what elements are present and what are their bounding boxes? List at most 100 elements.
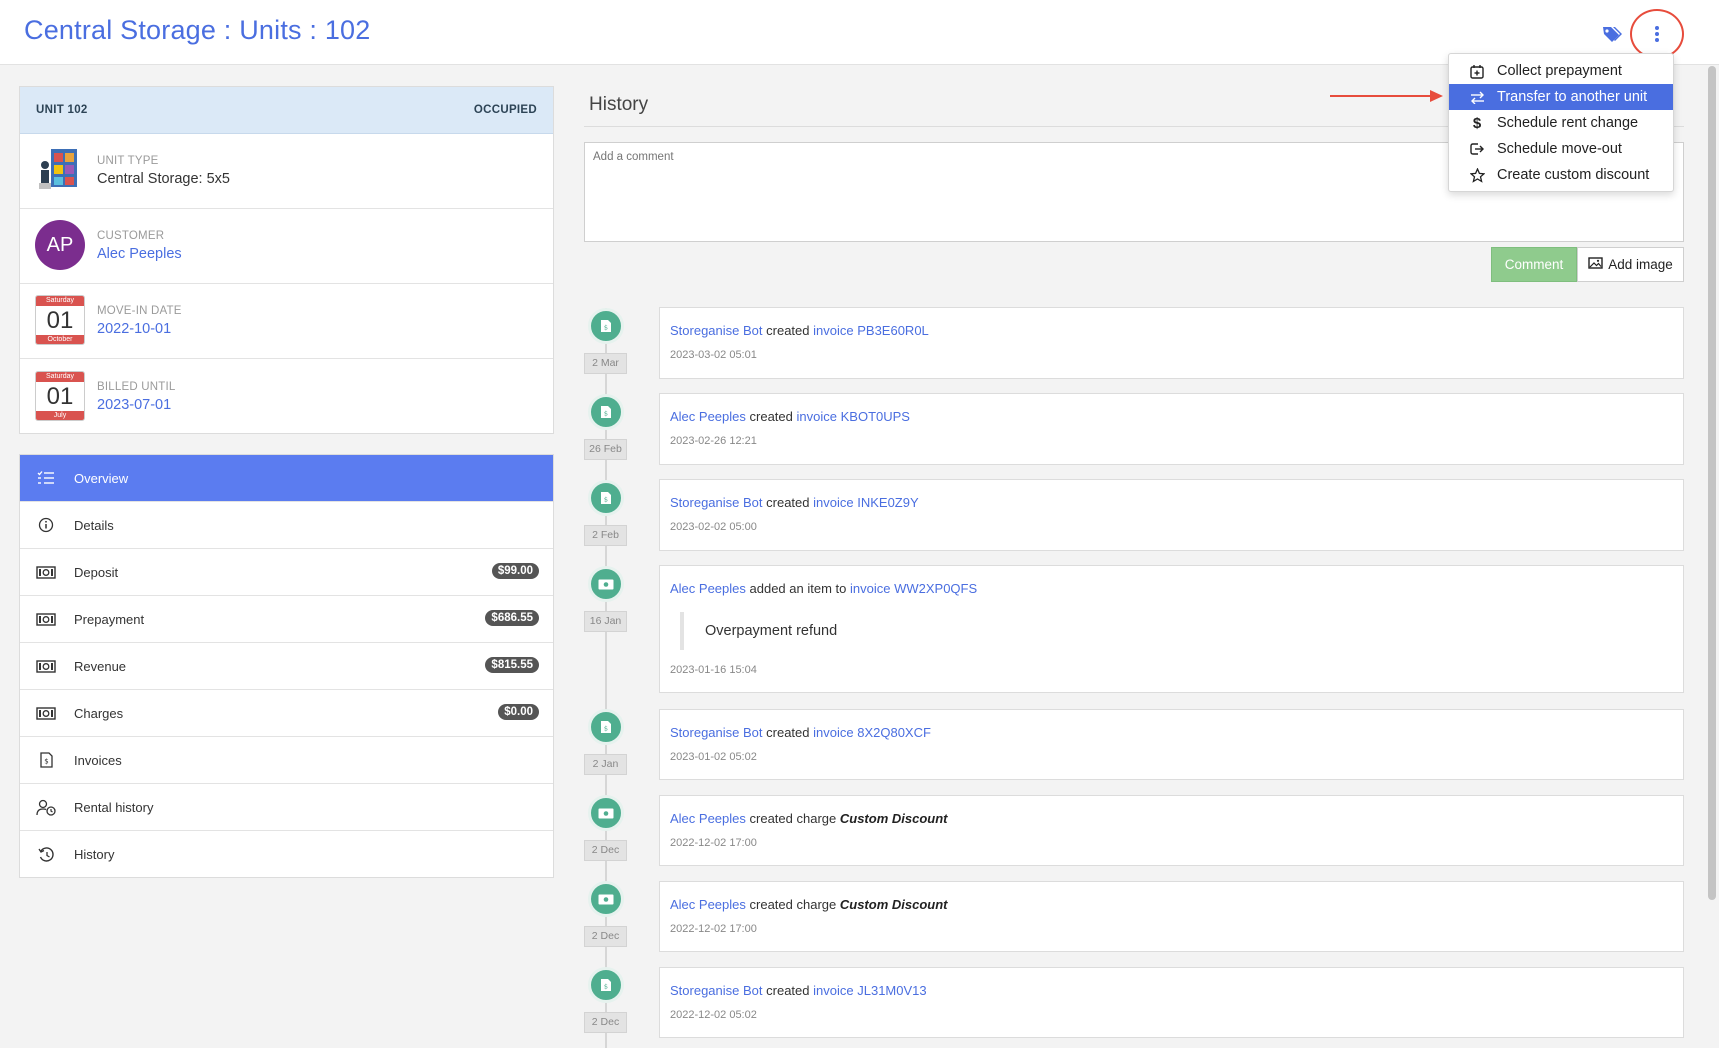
object-prefix: invoice (813, 983, 854, 998)
actor-link[interactable]: Storeganise Bot (670, 983, 763, 998)
event-timestamp: 2023-02-02 05:00 (670, 521, 757, 533)
event-verb: created (766, 983, 810, 998)
comment-button[interactable]: Comment (1491, 247, 1577, 282)
actor-link[interactable]: Alec Peeples (670, 897, 746, 912)
list-icon (36, 469, 56, 487)
menu-item-create-custom-discount[interactable]: Create custom discount (1449, 162, 1673, 188)
nav-item-revenue[interactable]: Revenue $815.55 (20, 643, 553, 690)
timeline-date: 2 Dec (584, 926, 627, 947)
invoice-icon: $ (588, 480, 624, 516)
nav-item-label: Details (74, 517, 114, 533)
nav-item-rental-history[interactable]: Rental history (20, 784, 553, 831)
calendar-month: July (36, 410, 84, 420)
invoice-link[interactable]: invoice KBOT0UPS (797, 409, 910, 424)
nav-item-details[interactable]: Details (20, 502, 553, 549)
add-image-button[interactable]: Add image (1577, 247, 1684, 282)
calendar-weekday: Saturday (36, 296, 84, 306)
image-icon (1588, 257, 1603, 272)
charge-name: Custom Discount (839, 897, 948, 912)
money-icon (36, 610, 56, 628)
invoice-link[interactable]: invoice JL31M0V13 (813, 983, 926, 998)
svg-text:$: $ (604, 496, 608, 504)
actor-link[interactable]: Alec Peeples (670, 581, 746, 596)
more-actions-button[interactable] (1630, 9, 1684, 59)
tags-icon[interactable] (1601, 24, 1623, 44)
invoice-id: KBOT0UPS (840, 409, 910, 424)
menu-item-schedule-rent-change[interactable]: $ Schedule rent change (1449, 110, 1673, 136)
actor-link[interactable]: Alec Peeples (670, 811, 746, 826)
actor-link[interactable]: Storeganise Bot (670, 725, 763, 740)
invoice-link[interactable]: invoice INKE0Z9Y (813, 495, 919, 510)
menu-item-schedule-move-out[interactable]: Schedule move-out (1449, 136, 1673, 162)
kebab-menu-icon (1655, 26, 1660, 44)
invoice-link[interactable]: invoice WW2XP0QFS (850, 581, 977, 596)
unit-type-image (35, 145, 87, 197)
nav-item-charges[interactable]: Charges $0.00 (20, 690, 553, 737)
menu-item-transfer-unit[interactable]: Transfer to another unit (1449, 84, 1673, 110)
event-verb: created (766, 725, 810, 740)
menu-item-label: Collect prepayment (1497, 63, 1622, 79)
unit-name: UNIT 102 (36, 104, 88, 116)
status-badge: OCCUPIED (473, 104, 537, 116)
svg-text:$: $ (604, 410, 608, 418)
invoice-link[interactable]: invoice 8X2Q80XCF (813, 725, 931, 740)
calendar-icon: Saturday 01 July (35, 370, 85, 421)
nav-item-overview[interactable]: Overview (20, 455, 553, 502)
annotation-arrow (1330, 90, 1443, 102)
nav-item-label: Prepayment (74, 611, 145, 627)
nav-item-label: Overview (74, 470, 129, 486)
nav-item-history[interactable]: History (20, 831, 553, 878)
scrollbar[interactable] (1708, 66, 1716, 900)
timeline-card: Alec Peeples created charge Custom Disco… (659, 881, 1684, 952)
nav-item-deposit[interactable]: Deposit $99.00 (20, 549, 553, 596)
svg-text:$: $ (604, 324, 608, 332)
event-timestamp: 2022-12-02 17:00 (670, 923, 757, 935)
nav-item-label: Revenue (74, 658, 127, 674)
nav-item-invoices[interactable]: $ Invoices (20, 737, 553, 784)
move-in-label: MOVE-IN DATE (97, 305, 182, 317)
timeline-card: Storeganise Bot created invoice JL31M0V1… (659, 967, 1684, 1038)
object-prefix: invoice (813, 725, 854, 740)
move-in-date-link[interactable]: 2022-10-01 (97, 321, 182, 337)
billed-until-link[interactable]: 2023-07-01 (97, 397, 175, 413)
invoice-icon: $ (588, 308, 624, 344)
object-prefix: invoice (813, 495, 854, 510)
timeline-date: 2 Dec (584, 1012, 627, 1033)
billed-until-row: Saturday 01 July BILLED UNTIL 2023-07-01 (20, 359, 553, 434)
event-verb: created (749, 409, 793, 424)
event-verb: created (766, 495, 810, 510)
actions-dropdown: Collect prepayment Transfer to another u… (1448, 53, 1674, 192)
money-icon (588, 881, 624, 917)
invoice-link[interactable]: invoice PB3E60R0L (813, 323, 929, 338)
invoice-id: JL31M0V13 (857, 983, 927, 998)
actor-link[interactable]: Alec Peeples (670, 409, 746, 424)
event-timestamp: 2022-12-02 17:00 (670, 837, 757, 849)
event-timestamp: 2023-01-16 15:04 (670, 664, 757, 676)
dollar-icon: $ (1472, 114, 1482, 132)
actor-link[interactable]: Storeganise Bot (670, 323, 763, 338)
invoice-id: PB3E60R0L (857, 323, 929, 338)
object-prefix: invoice (796, 409, 837, 424)
event-verb: created (766, 323, 810, 338)
object-prefix: invoice (850, 581, 891, 596)
svg-text:$: $ (44, 758, 48, 766)
menu-item-collect-prepayment[interactable]: Collect prepayment (1449, 58, 1673, 84)
nav-item-label: Rental history (74, 799, 154, 815)
calendar-day: 01 (46, 382, 74, 410)
timeline-date: 2 Jan (584, 754, 627, 775)
invoice-icon: $ (588, 394, 624, 430)
calendar-month: October (36, 335, 84, 344)
actor-link[interactable]: Storeganise Bot (670, 495, 763, 510)
unit-header: UNIT 102 OCCUPIED (20, 87, 553, 134)
customer-link[interactable]: Alec Peeples (97, 246, 182, 262)
nav-item-label: Invoices (74, 752, 122, 768)
nav-item-prepayment[interactable]: Prepayment $686.55 (20, 596, 553, 643)
move-in-row: Saturday 01 October MOVE-IN DATE 2022-10… (20, 284, 553, 359)
timeline-date: 2 Mar (584, 353, 627, 374)
calendar-plus-icon (1469, 63, 1485, 79)
timeline-date: 2 Feb (584, 525, 627, 546)
history-title: History (589, 94, 649, 115)
menu-item-label: Create custom discount (1497, 167, 1650, 183)
event-timestamp: 2023-02-26 12:21 (670, 435, 757, 447)
unit-type-value: Central Storage: 5x5 (97, 171, 230, 187)
